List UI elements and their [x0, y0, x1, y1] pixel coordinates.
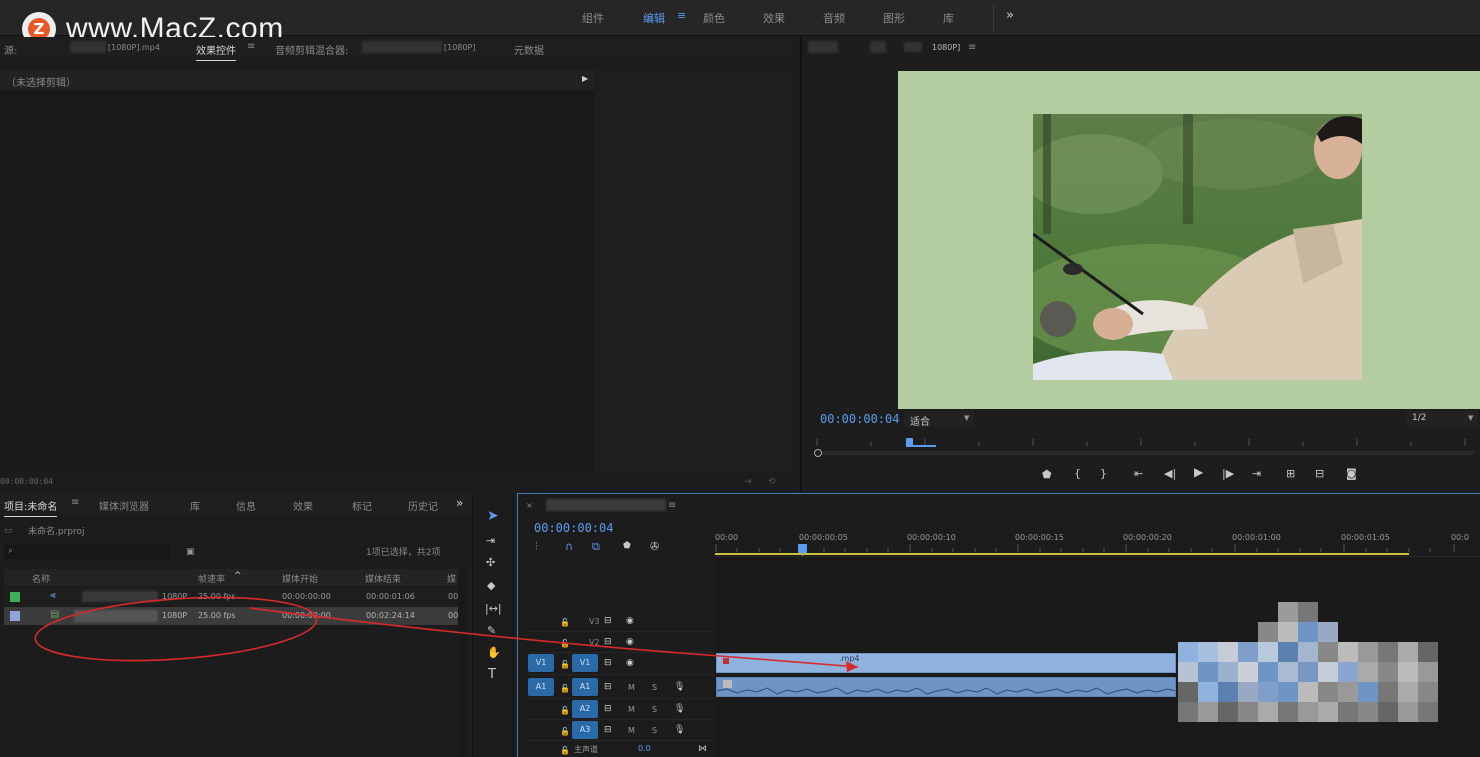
annotation-overlay [34, 596, 859, 672]
annotation-arrow [249, 607, 859, 668]
annotation-ellipse [34, 596, 318, 662]
annotation-arrowhead [846, 661, 858, 672]
